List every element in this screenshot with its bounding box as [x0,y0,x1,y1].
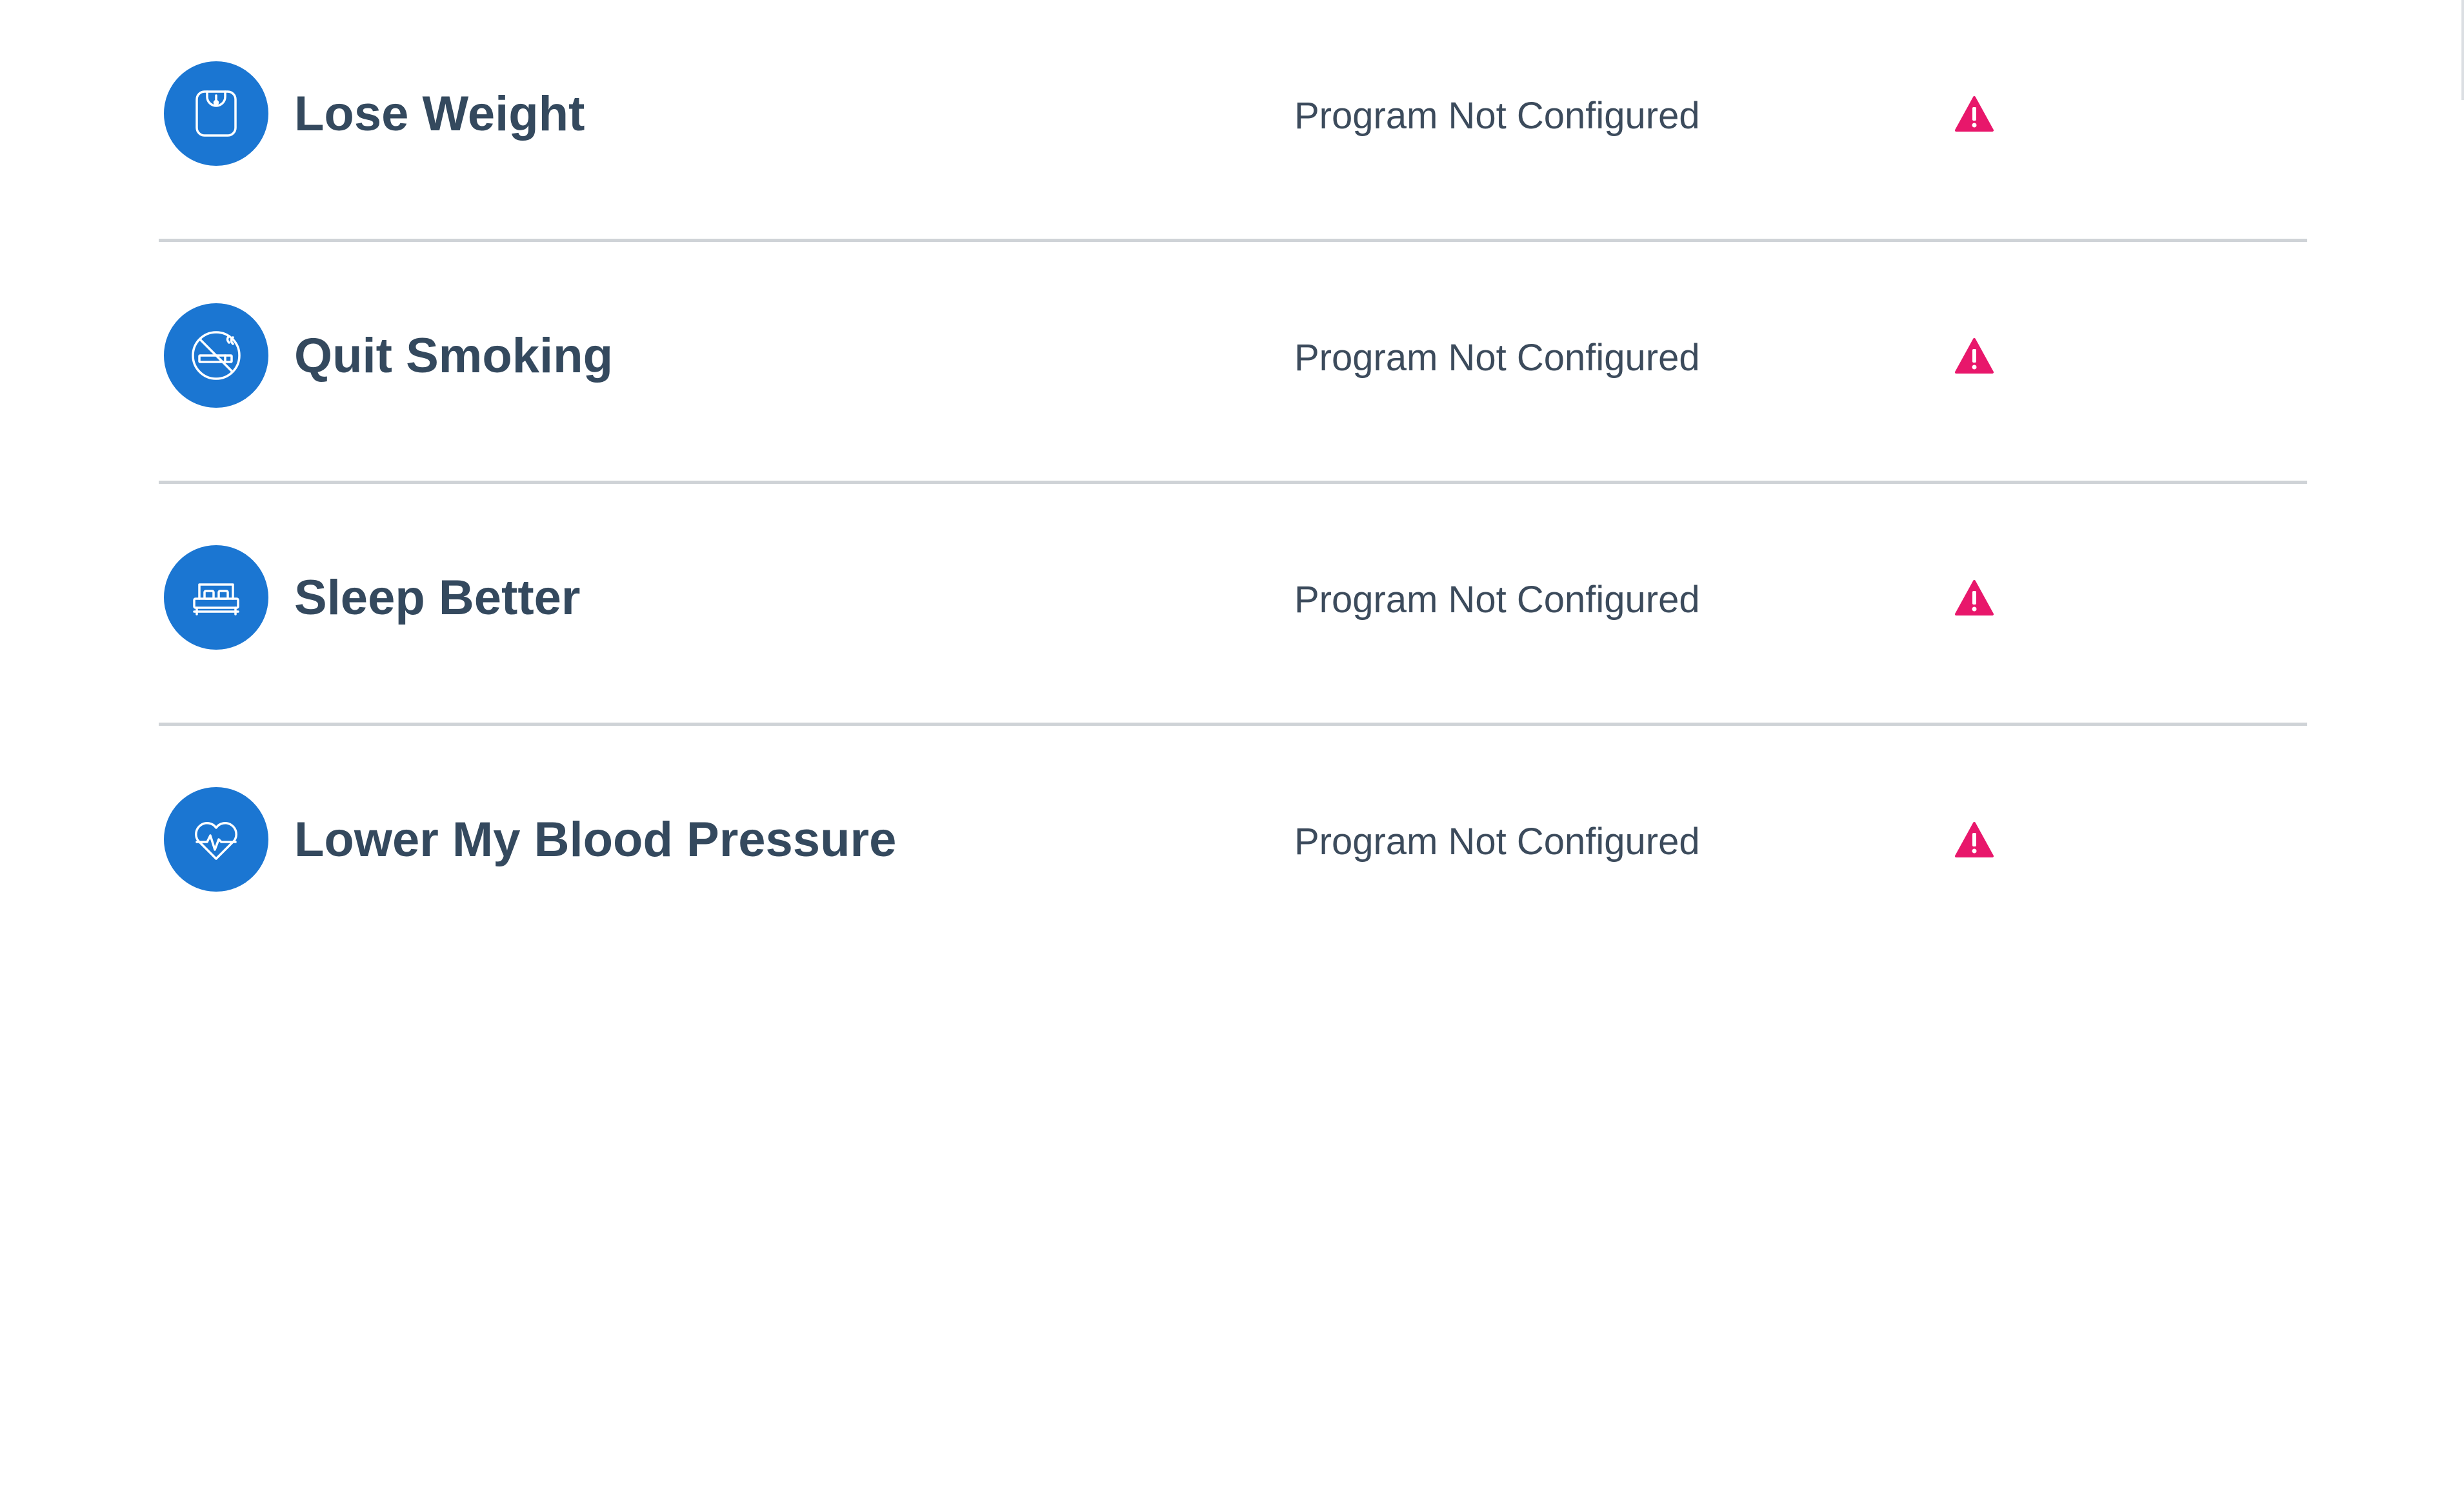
program-name: Lose Weight [294,86,585,141]
program-name: Quit Smoking [294,328,613,383]
scrollbar-edge [2461,0,2464,100]
program-row-lower-blood-pressure[interactable]: Lower My Blood Pressure Program Not Conf… [159,726,2307,968]
warning-icon [1955,96,1994,132]
program-row-quit-smoking[interactable]: Quit Smoking Program Not Configured [159,242,2307,484]
program-status: Program Not Configured [1294,579,1700,621]
heart-pulse-icon [164,787,268,892]
program-status: Program Not Configured [1294,337,1700,379]
program-status: Program Not Configured [1294,95,1700,137]
program-row-sleep-better[interactable]: Sleep Better Program Not Configured [159,484,2307,726]
scale-icon [164,61,268,166]
warning-icon [1955,580,1994,615]
no-smoking-icon [164,303,268,408]
warning-icon [1955,338,1994,374]
program-name: Sleep Better [294,570,581,625]
program-name: Lower My Blood Pressure [294,812,897,867]
bed-icon [164,545,268,650]
program-status: Program Not Configured [1294,821,1700,863]
program-row-lose-weight[interactable]: Lose Weight Program Not Configured [159,0,2307,242]
program-list: Lose Weight Program Not Configured Quit … [159,0,2307,968]
warning-icon [1955,822,1994,857]
